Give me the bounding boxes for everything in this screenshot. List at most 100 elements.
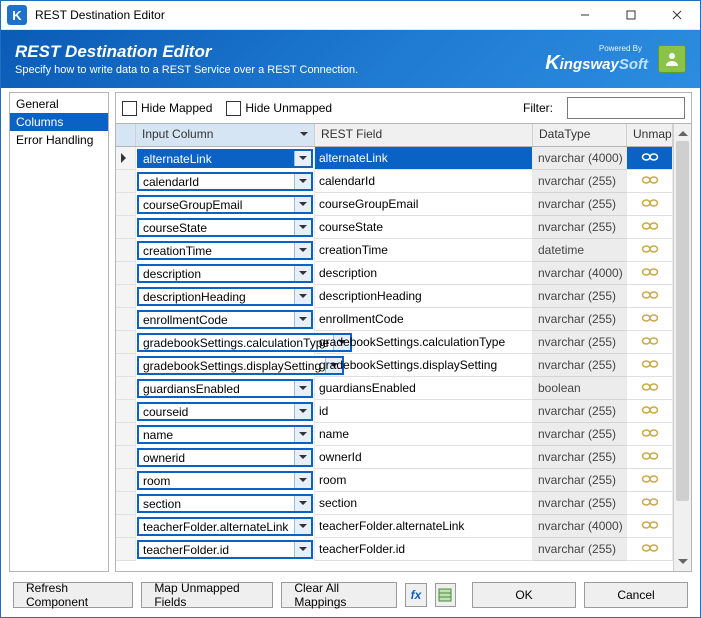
table-row[interactable]: roomroomnvarchar (255) bbox=[116, 469, 673, 492]
unmap-cell[interactable] bbox=[627, 446, 673, 469]
chevron-down-icon[interactable] bbox=[294, 243, 311, 258]
col-header-type[interactable]: DataType bbox=[533, 124, 627, 146]
chevron-down-icon[interactable] bbox=[294, 404, 311, 419]
input-column-cell[interactable]: section bbox=[136, 492, 315, 515]
chevron-down-icon[interactable] bbox=[294, 519, 311, 534]
input-column-cell[interactable]: calendarId bbox=[136, 170, 315, 193]
row-selector[interactable] bbox=[116, 285, 136, 308]
input-column-combo[interactable]: ownerid bbox=[137, 448, 313, 467]
chevron-down-icon[interactable] bbox=[294, 266, 311, 281]
row-selector[interactable] bbox=[116, 469, 136, 492]
row-selector[interactable] bbox=[116, 239, 136, 262]
chevron-down-icon[interactable] bbox=[294, 220, 311, 235]
row-selector[interactable] bbox=[116, 170, 136, 193]
table-row[interactable]: teacherFolder.idteacherFolder.idnvarchar… bbox=[116, 538, 673, 561]
unmap-cell[interactable] bbox=[627, 193, 673, 216]
input-column-cell[interactable]: courseGroupEmail bbox=[136, 193, 315, 216]
input-column-cell[interactable]: courseState bbox=[136, 216, 315, 239]
input-column-cell[interactable]: description bbox=[136, 262, 315, 285]
row-selector[interactable] bbox=[116, 400, 136, 423]
minimize-button[interactable] bbox=[562, 1, 608, 29]
table-row[interactable]: namenamenvarchar (255) bbox=[116, 423, 673, 446]
vertical-scrollbar[interactable] bbox=[673, 124, 691, 571]
table-row[interactable]: sectionsectionnvarchar (255) bbox=[116, 492, 673, 515]
unmap-cell[interactable] bbox=[627, 377, 673, 400]
col-header-unmap[interactable]: Unmap bbox=[627, 124, 673, 146]
unmap-cell[interactable] bbox=[627, 170, 673, 193]
input-column-cell[interactable]: gradebookSettings.displaySetting bbox=[136, 354, 315, 377]
table-row[interactable]: courseStatecourseStatenvarchar (255) bbox=[116, 216, 673, 239]
input-column-combo[interactable]: section bbox=[137, 494, 313, 513]
input-column-combo[interactable]: courseid bbox=[137, 402, 313, 421]
row-selector[interactable] bbox=[116, 446, 136, 469]
input-column-cell[interactable]: teacherFolder.alternateLink bbox=[136, 515, 315, 538]
chevron-down-icon[interactable] bbox=[294, 496, 311, 511]
row-selector[interactable] bbox=[116, 147, 136, 170]
input-column-combo[interactable]: alternateLink bbox=[137, 149, 313, 168]
row-selector[interactable] bbox=[116, 193, 136, 216]
expression-button[interactable]: fx bbox=[405, 583, 426, 607]
input-column-combo[interactable]: creationTime bbox=[137, 241, 313, 260]
chevron-down-icon[interactable] bbox=[294, 151, 311, 166]
sidebar-item-general[interactable]: General bbox=[10, 95, 108, 113]
input-column-cell[interactable]: creationTime bbox=[136, 239, 315, 262]
refresh-button[interactable]: Refresh Component bbox=[13, 582, 133, 608]
input-column-cell[interactable]: name bbox=[136, 423, 315, 446]
table-row[interactable]: calendarIdcalendarIdnvarchar (255) bbox=[116, 170, 673, 193]
row-selector[interactable] bbox=[116, 515, 136, 538]
table-row[interactable]: guardiansEnabledguardiansEnabledboolean bbox=[116, 377, 673, 400]
input-column-cell[interactable]: room bbox=[136, 469, 315, 492]
col-header-rest[interactable]: REST Field bbox=[315, 124, 533, 146]
close-button[interactable] bbox=[654, 1, 700, 29]
table-row[interactable]: descriptionHeadingdescriptionHeadingnvar… bbox=[116, 285, 673, 308]
user-avatar[interactable] bbox=[658, 45, 686, 73]
scroll-down-icon[interactable] bbox=[674, 554, 691, 571]
row-selector[interactable] bbox=[116, 377, 136, 400]
properties-button[interactable] bbox=[435, 583, 456, 607]
clear-mappings-button[interactable]: Clear All Mappings bbox=[281, 582, 397, 608]
chevron-down-icon[interactable] bbox=[294, 174, 311, 189]
table-row[interactable]: courseididnvarchar (255) bbox=[116, 400, 673, 423]
input-column-combo[interactable]: room bbox=[137, 471, 313, 490]
input-column-cell[interactable]: courseid bbox=[136, 400, 315, 423]
table-row[interactable]: descriptiondescriptionnvarchar (4000) bbox=[116, 262, 673, 285]
table-row[interactable]: owneridownerIdnvarchar (255) bbox=[116, 446, 673, 469]
unmap-cell[interactable] bbox=[627, 515, 673, 538]
table-row[interactable]: gradebookSettings.calculationTypegradebo… bbox=[116, 331, 673, 354]
scroll-thumb[interactable] bbox=[676, 141, 689, 501]
chevron-down-icon[interactable] bbox=[294, 427, 311, 442]
input-column-combo[interactable]: teacherFolder.id bbox=[137, 540, 313, 559]
scroll-up-icon[interactable] bbox=[674, 124, 691, 141]
table-row[interactable]: courseGroupEmailcourseGroupEmailnvarchar… bbox=[116, 193, 673, 216]
input-column-combo[interactable]: name bbox=[137, 425, 313, 444]
unmap-cell[interactable] bbox=[627, 147, 673, 170]
unmap-cell[interactable] bbox=[627, 423, 673, 446]
table-row[interactable]: alternateLinkalternateLinknvarchar (4000… bbox=[116, 147, 673, 170]
unmap-cell[interactable] bbox=[627, 400, 673, 423]
hide-unmapped-checkbox[interactable]: Hide Unmapped bbox=[226, 101, 332, 116]
input-column-combo[interactable]: descriptionHeading bbox=[137, 287, 313, 306]
input-column-cell[interactable]: enrollmentCode bbox=[136, 308, 315, 331]
input-column-cell[interactable]: teacherFolder.id bbox=[136, 538, 315, 561]
input-column-cell[interactable]: descriptionHeading bbox=[136, 285, 315, 308]
row-selector[interactable] bbox=[116, 216, 136, 239]
sidebar-item-columns[interactable]: Columns bbox=[10, 113, 108, 131]
unmap-cell[interactable] bbox=[627, 492, 673, 515]
unmap-cell[interactable] bbox=[627, 216, 673, 239]
row-selector[interactable] bbox=[116, 492, 136, 515]
hide-mapped-checkbox[interactable]: Hide Mapped bbox=[122, 101, 212, 116]
sidebar-item-error-handling[interactable]: Error Handling bbox=[10, 131, 108, 149]
row-selector[interactable] bbox=[116, 262, 136, 285]
map-unmapped-button[interactable]: Map Unmapped Fields bbox=[141, 582, 273, 608]
unmap-cell[interactable] bbox=[627, 469, 673, 492]
row-selector[interactable] bbox=[116, 538, 136, 561]
unmap-cell[interactable] bbox=[627, 308, 673, 331]
table-row[interactable]: enrollmentCodeenrollmentCodenvarchar (25… bbox=[116, 308, 673, 331]
chevron-down-icon[interactable] bbox=[294, 197, 311, 212]
table-row[interactable]: creationTimecreationTimedatetime bbox=[116, 239, 673, 262]
chevron-down-icon[interactable] bbox=[294, 473, 311, 488]
unmap-cell[interactable] bbox=[627, 354, 673, 377]
table-row[interactable]: gradebookSettings.displaySettinggradeboo… bbox=[116, 354, 673, 377]
chevron-down-icon[interactable] bbox=[294, 289, 311, 304]
cancel-button[interactable]: Cancel bbox=[584, 582, 688, 608]
